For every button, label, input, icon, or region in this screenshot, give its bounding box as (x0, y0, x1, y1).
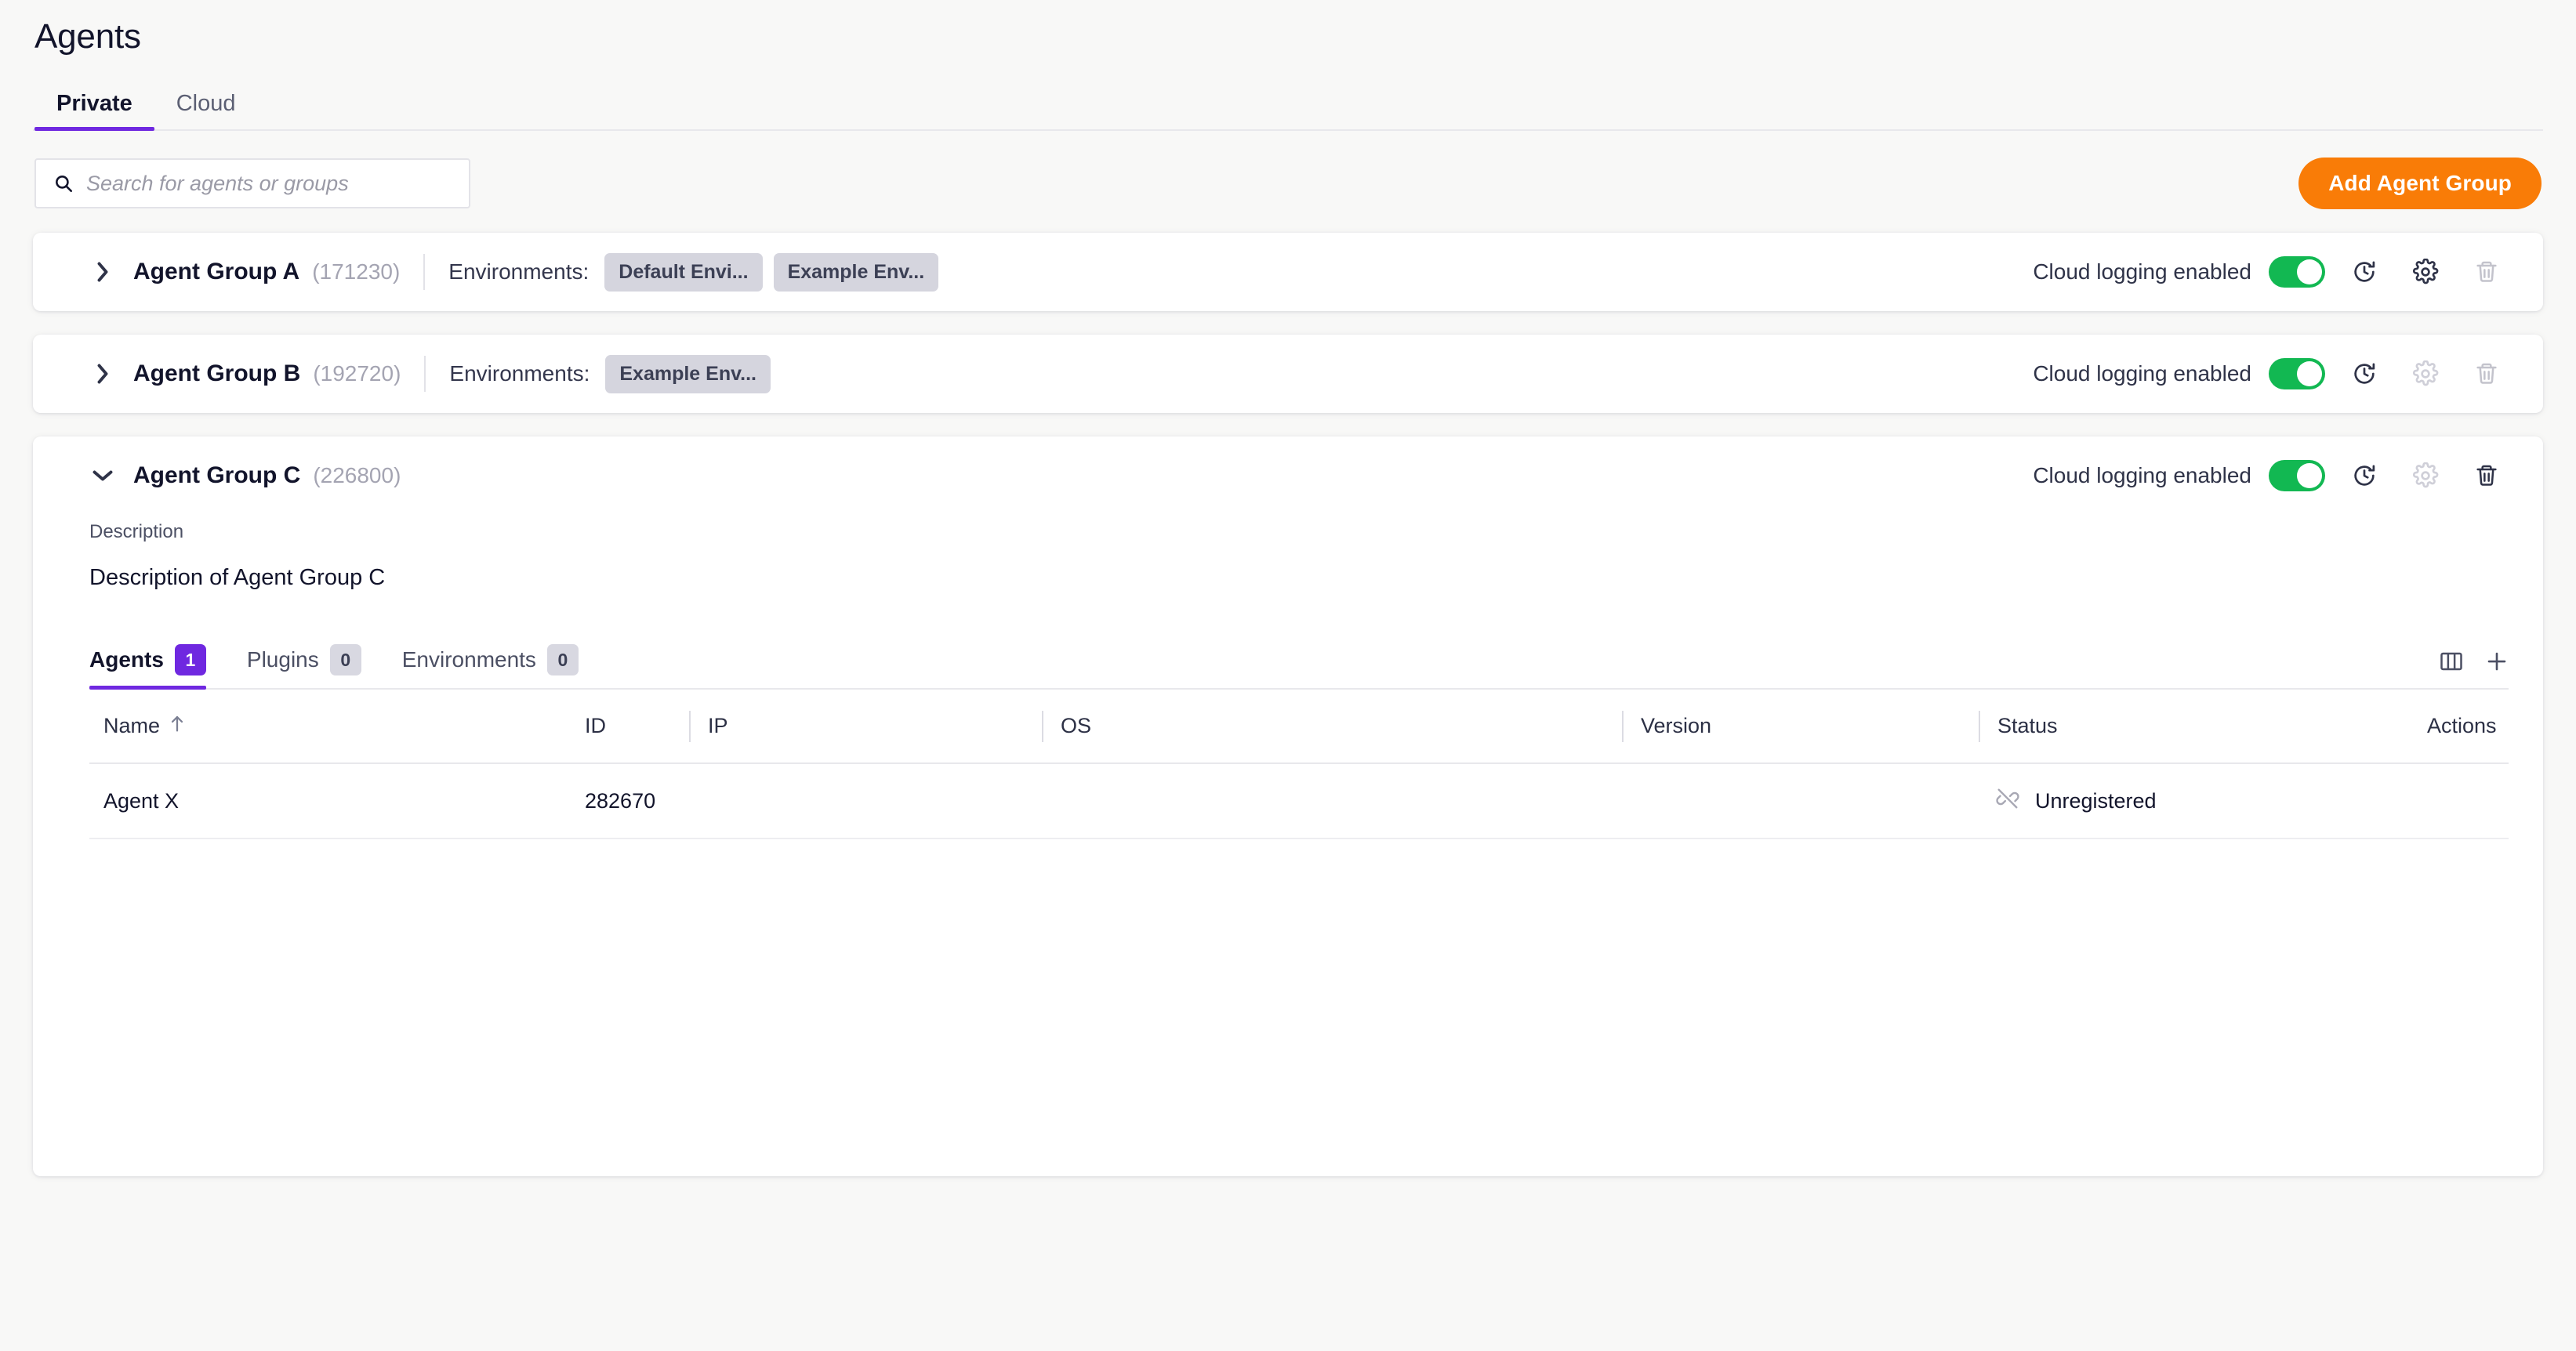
column-header-id[interactable]: ID (568, 690, 689, 764)
search-box[interactable] (34, 158, 470, 208)
environments-label: Environments: (449, 361, 590, 386)
search-icon (53, 173, 74, 194)
agent-group-card: Agent Group A (171230) Environments: Def… (33, 233, 2543, 311)
cell-actions (2410, 763, 2509, 839)
search-toolbar: Add Agent Group (33, 158, 2543, 209)
tab-agents[interactable]: Agents 1 (89, 639, 227, 690)
tab-private[interactable]: Private (34, 86, 154, 131)
tab-plugins-count: 0 (329, 644, 361, 676)
divider (424, 356, 426, 392)
restart-history-icon[interactable] (2342, 250, 2386, 294)
column-header-actions: Actions (2410, 690, 2509, 764)
restart-history-icon[interactable] (2342, 352, 2386, 396)
trash-icon[interactable] (2465, 454, 2509, 498)
table-header-row: Name ID IP OS Version Status Actions (89, 690, 2509, 764)
arrow-up-icon (169, 714, 185, 738)
environment-chips: Default Envi... Example Env... (604, 252, 939, 292)
description-label: Description (89, 521, 184, 542)
agent-group-name: Agent Group B (133, 360, 301, 386)
cell-ip (689, 763, 1042, 839)
search-input[interactable] (86, 171, 452, 196)
environment-chips: Example Env... (605, 354, 771, 393)
column-header-os[interactable]: OS (1042, 690, 1622, 764)
cloud-logging-label: Cloud logging enabled (2033, 361, 2251, 386)
agent-group-header[interactable]: Agent Group B (192720) Environments: Exa… (33, 335, 2543, 413)
chevron-down-icon[interactable] (89, 462, 116, 489)
cell-status: Unregistered (1979, 763, 2410, 839)
agent-group-card: Agent Group C (226800) Cloud logging ena… (33, 436, 2543, 1176)
agent-group-body: Description Description of Agent Group C… (33, 515, 2543, 1176)
column-header-status[interactable]: Status (1979, 690, 2410, 764)
inner-tabs-row: Agents 1 Plugins 0 Environments 0 (89, 639, 2509, 690)
agent-group-id: (226800) (313, 463, 401, 487)
agent-group-card: Agent Group B (192720) Environments: Exa… (33, 335, 2543, 413)
column-header-name-label: Name (103, 714, 161, 737)
column-header-id-label: ID (585, 714, 606, 737)
chevron-right-icon[interactable] (89, 259, 116, 285)
column-header-ip[interactable]: IP (689, 690, 1042, 764)
column-header-os-label: OS (1061, 714, 1092, 737)
cell-os (1042, 763, 1622, 839)
description-value: Description of Agent Group C (89, 565, 386, 590)
cloud-logging-label: Cloud logging enabled (2033, 259, 2251, 284)
column-header-name[interactable]: Name (89, 690, 568, 764)
table-tools (2440, 650, 2509, 688)
add-agent-group-button[interactable]: Add Agent Group (2298, 158, 2542, 209)
gear-icon[interactable] (2404, 250, 2447, 294)
trash-icon (2465, 352, 2509, 396)
cell-id: 282670 (568, 763, 689, 839)
divider (423, 254, 426, 290)
agent-group-name: Agent Group A (133, 259, 300, 284)
tab-environments-label: Environments (401, 647, 536, 672)
agent-group-id: (192720) (313, 361, 401, 386)
tab-environments[interactable]: Environments 0 (382, 639, 599, 688)
environment-chip[interactable]: Default Envi... (604, 252, 763, 292)
column-header-version-label: Version (1641, 714, 1712, 737)
agents-page: Agents Private Cloud Add Agent Group Age… (0, 0, 2576, 1351)
page-title: Agents (34, 17, 141, 56)
trash-icon (2465, 250, 2509, 294)
cloud-logging-toggle[interactable] (2269, 460, 2325, 491)
gear-icon (2404, 454, 2447, 498)
agent-group-header[interactable]: Agent Group C (226800) Cloud logging ena… (33, 436, 2543, 515)
plus-icon[interactable] (2485, 650, 2509, 677)
table-row[interactable]: Agent X 282670 Unregistered (89, 763, 2509, 839)
cell-name: Agent X (89, 763, 568, 839)
tab-agents-label: Agents (89, 647, 164, 672)
tab-agents-count: 1 (174, 644, 206, 676)
agent-group-header[interactable]: Agent Group A (171230) Environments: Def… (33, 233, 2543, 311)
tab-plugins-label: Plugins (246, 647, 319, 672)
inner-tabs: Agents 1 Plugins 0 Environments 0 (89, 639, 599, 690)
columns-icon[interactable] (2440, 650, 2463, 676)
gear-icon (2404, 352, 2447, 396)
cloud-logging-toggle[interactable] (2269, 256, 2325, 288)
top-tabs: Private Cloud (33, 86, 2543, 131)
table-empty-space (89, 839, 2509, 1176)
environments-label: Environments: (448, 259, 590, 284)
agent-group-name: Agent Group C (133, 462, 301, 488)
agents-table: Name ID IP OS Version Status Actions Age… (89, 690, 2509, 839)
environment-chip[interactable]: Example Env... (773, 252, 939, 292)
column-header-version[interactable]: Version (1622, 690, 1979, 764)
status-text: Unregistered (2035, 788, 2157, 813)
restart-history-icon[interactable] (2342, 454, 2386, 498)
unlink-icon (1996, 787, 2019, 816)
tab-environments-count: 0 (546, 644, 579, 676)
tab-plugins[interactable]: Plugins 0 (227, 639, 382, 688)
chevron-right-icon[interactable] (89, 360, 116, 387)
column-header-ip-label: IP (708, 714, 728, 737)
cell-version (1622, 763, 1979, 839)
tab-cloud[interactable]: Cloud (154, 86, 258, 129)
column-header-status-label: Status (1997, 714, 2058, 737)
column-header-actions-label: Actions (2427, 714, 2497, 737)
agent-group-id: (171230) (312, 259, 401, 284)
cloud-logging-toggle[interactable] (2269, 358, 2325, 389)
cloud-logging-label: Cloud logging enabled (2033, 463, 2251, 487)
environment-chip[interactable]: Example Env... (605, 354, 771, 393)
